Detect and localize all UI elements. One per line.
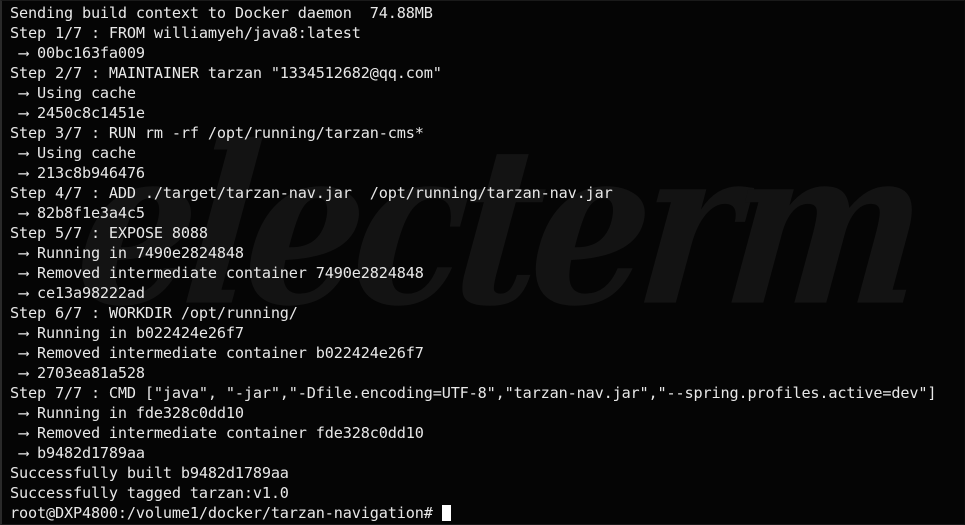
terminal-line: Step 1/7 : FROM williamyeh/java8:latest — [10, 24, 361, 42]
terminal-line: ⟶ Running in b022424e26f7 — [10, 324, 244, 342]
prompt-line[interactable]: root@DXP4800:/volume1/docker/tarzan-navi… — [10, 503, 964, 523]
terminal-line: ⟶ Removed intermediate container b022424… — [10, 344, 424, 362]
terminal-line: Step 5/7 : EXPOSE 8088 — [10, 224, 208, 242]
terminal-line: ⟶ Using cache — [10, 84, 136, 102]
terminal-line: ⟶ Using cache — [10, 144, 136, 162]
terminal-window[interactable]: electerm Sending build context to Docker… — [0, 0, 965, 525]
terminal-line: ⟶ Removed intermediate container fde328c… — [10, 424, 424, 442]
terminal-line: ⟶ ce13a98222ad — [10, 284, 145, 302]
terminal-line: ⟶ 2450c8c1451e — [10, 104, 145, 122]
terminal-line: Step 3/7 : RUN rm -rf /opt/running/tarza… — [10, 124, 424, 142]
terminal-line: ⟶ 213c8b946476 — [10, 164, 145, 182]
terminal-line: ⟶ 00bc163fa009 — [10, 44, 145, 62]
terminal-line: Step 2/7 : MAINTAINER tarzan "1334512682… — [10, 64, 442, 82]
terminal-line: Step 6/7 : WORKDIR /opt/running/ — [10, 304, 298, 322]
text-cursor — [441, 505, 451, 521]
terminal-line: Sending build context to Docker daemon 7… — [10, 4, 433, 22]
terminal-line: ⟶ Running in 7490e2824848 — [10, 244, 244, 262]
terminal-line: Step 7/7 : CMD ["java", "-jar","-Dfile.e… — [10, 384, 937, 402]
prompt-text: root@DXP4800:/volume1/docker/tarzan-navi… — [10, 504, 442, 522]
terminal-line: Successfully built b9482d1789aa — [10, 464, 289, 482]
terminal-line: Step 4/7 : ADD ./target/tarzan-nav.jar /… — [10, 184, 613, 202]
terminal-line: ⟶ 2703ea81a528 — [10, 364, 145, 382]
terminal-screen[interactable]: Sending build context to Docker daemon 7… — [2, 1, 964, 523]
terminal-line: ⟶ 82b8f1e3a4c5 — [10, 204, 145, 222]
terminal-line: Successfully tagged tarzan:v1.0 — [10, 484, 289, 502]
terminal-line: ⟶ Running in fde328c0dd10 — [10, 404, 244, 422]
terminal-line: ⟶ Removed intermediate container 7490e28… — [10, 264, 424, 282]
terminal-line: ⟶ b9482d1789aa — [10, 444, 145, 462]
